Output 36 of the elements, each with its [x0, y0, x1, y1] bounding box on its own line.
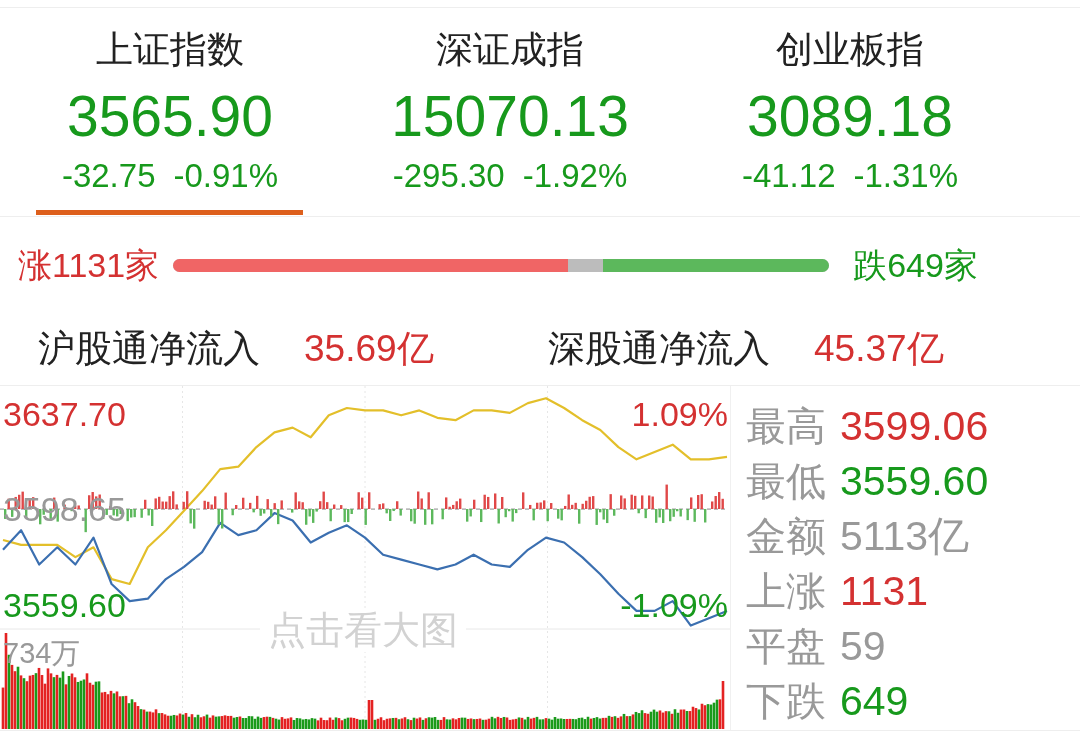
index-percent: -1.31% — [853, 156, 959, 196]
stat-value: 649 — [840, 676, 909, 725]
index-tab[interactable]: 创业板指 3089.18 -41.12 -1.31% — [680, 8, 1020, 215]
stat-label: 金额 — [746, 512, 826, 560]
index-percent: -0.91% — [173, 156, 279, 196]
index-name: 创业板指 — [776, 28, 924, 72]
flow-label: 深股通净流入 — [548, 327, 770, 371]
stat-label: 下跌 — [746, 677, 826, 725]
stat-label: 最低 — [746, 457, 826, 505]
index-change: -41.12 — [741, 156, 836, 196]
stat-value: 3559.60 — [840, 456, 989, 505]
stat-value: 3599.06 — [840, 401, 989, 450]
stat-label: 最高 — [746, 402, 826, 450]
index-name: 深证成指 — [436, 28, 584, 72]
flow-value: 35.69亿 — [304, 327, 434, 371]
index-value: 3565.90 — [66, 84, 273, 148]
flow-label: 沪股通净流入 — [38, 327, 260, 371]
percent-high-label: 1.09% — [631, 394, 728, 434]
flow-value: 45.37亿 — [814, 327, 944, 371]
index-tab[interactable]: 上证指数 3565.90 -32.75 -0.91% — [0, 8, 340, 215]
stat-label: 上涨 — [746, 567, 826, 615]
index-value: 15070.13 — [391, 84, 629, 148]
rise-count-label: 涨1131家 — [18, 245, 160, 286]
fall-count-label: 跌649家 — [853, 245, 978, 286]
index-percent: -1.92% — [522, 156, 628, 196]
stat-value: 59 — [840, 621, 886, 670]
index-value: 3089.18 — [746, 84, 953, 148]
index-name: 上证指数 — [96, 28, 244, 72]
axis-label: 3637.70 — [3, 393, 126, 434]
stat-label: 平盘 — [746, 622, 826, 670]
index-tab[interactable]: 深证成指 15070.13 -295.30 -1.92% — [340, 8, 680, 215]
axis-label: 3559.60 — [3, 584, 126, 625]
stat-value: 5113亿 — [840, 511, 970, 560]
stat-value: 1131 — [840, 566, 929, 615]
index-change: -295.30 — [392, 156, 505, 196]
index-change: -32.75 — [61, 156, 156, 196]
